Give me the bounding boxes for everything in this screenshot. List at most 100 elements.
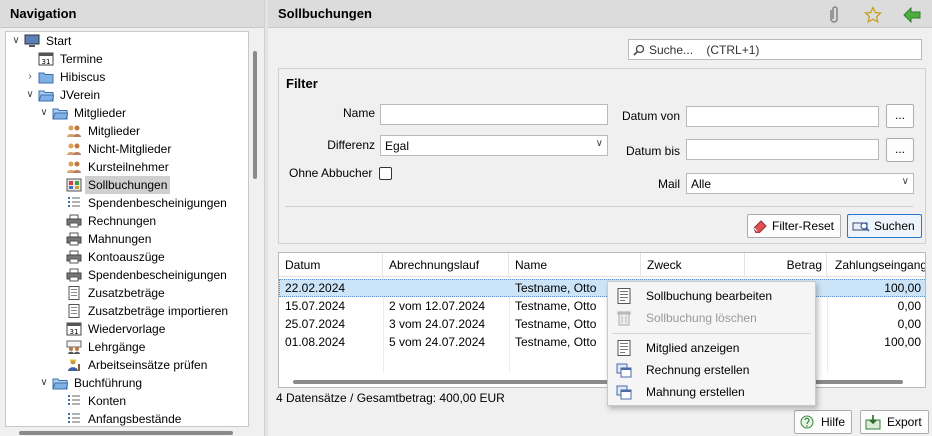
differenz-select[interactable]: Egal ∨: [380, 135, 608, 156]
main-header: Sollbuchungen: [268, 0, 932, 28]
folder-open-icon: [38, 88, 54, 102]
tree-item-nicht-mitglieder[interactable]: Nicht-Mitglieder: [66, 140, 174, 158]
status-text: 4 Datensätze / Gesamtbetrag: 400,00 EUR: [276, 391, 505, 405]
export-icon: [865, 414, 883, 430]
list-icon: [66, 412, 82, 426]
datum-bis-input[interactable]: [686, 139, 879, 160]
export-button[interactable]: Export: [860, 410, 929, 434]
column-header-zahlungseingang[interactable]: Zahlungseingang: [827, 253, 925, 277]
tree-item-spendenbescheinigungen[interactable]: Spendenbescheinigungen: [66, 194, 230, 212]
datum-bis-picker-button[interactable]: ...: [886, 138, 914, 162]
navigation-tree: ∨ Start 31 Termine › Hibiscus ∨ JVerein …: [5, 31, 249, 427]
menu-item-mahnung-erstellen[interactable]: Mahnung erstellen: [608, 381, 815, 403]
people-icon: [66, 340, 82, 354]
filter-divider: [285, 206, 913, 207]
people-icon: [66, 124, 82, 138]
table-row[interactable]: 15.07.2024 2 vom 12.07.2024 Testname, Ot…: [279, 297, 925, 315]
monitor-icon: [24, 34, 40, 48]
tree-item-mitglieder-folder[interactable]: ∨ Mitglieder: [38, 104, 129, 122]
people-icon: [66, 160, 82, 174]
datum-von-label: Datum von: [621, 109, 680, 123]
datum-von-input[interactable]: [686, 106, 879, 127]
chevron-right-icon[interactable]: ›: [24, 68, 36, 86]
column-header-betrag[interactable]: Betrag: [745, 253, 827, 277]
svg-text:31: 31: [70, 328, 79, 336]
star-icon[interactable]: [863, 5, 883, 25]
tree-item-mahnungen[interactable]: Mahnungen: [66, 230, 154, 248]
tree-item-kursteilnehmer[interactable]: Kursteilnehmer: [66, 158, 172, 176]
printer-icon: [66, 214, 82, 228]
chevron-down-icon[interactable]: ∨: [10, 32, 22, 50]
tree-item-lehrgaenge[interactable]: Lehrgänge: [66, 338, 148, 356]
tree-item-konten[interactable]: Konten: [66, 392, 129, 410]
tree-item-buchfuehrung[interactable]: ∨ Buchführung: [38, 374, 145, 392]
suchen-button[interactable]: Suchen: [847, 214, 922, 238]
calendar-icon: 31: [38, 52, 54, 66]
differenz-value: Egal: [385, 138, 410, 153]
menu-separator: [612, 333, 811, 334]
tree-item-mitglieder[interactable]: Mitglieder: [66, 122, 143, 140]
document-icon: [66, 286, 82, 300]
tree-item-zusatzbetraege-importieren[interactable]: Zusatzbeträge importieren: [66, 302, 231, 320]
people-icon: [66, 142, 82, 156]
menu-item-mitglied-anzeigen[interactable]: Mitglied anzeigen: [608, 337, 815, 359]
table-row[interactable]: 22.02.2024 Testname, Otto 100,00: [279, 279, 925, 297]
tree-item-anfangsbestaende[interactable]: Anfangsbestände: [66, 410, 184, 426]
menu-item-sollbuchung-loeschen[interactable]: Sollbuchung löschen: [608, 307, 815, 329]
chevron-down-icon: ∨: [901, 176, 909, 187]
eraser-icon: [752, 219, 768, 233]
navigation-panel: Navigation ∨ Start 31 Termine › Hibiscus…: [0, 0, 264, 436]
search-input[interactable]: [645, 42, 921, 57]
menu-item-rechnung-erstellen[interactable]: Rechnung erstellen: [608, 359, 815, 381]
list-icon: [66, 394, 82, 408]
folder-icon: [38, 70, 54, 84]
table-horizontal-scrollbar[interactable]: [279, 377, 925, 387]
sollbuchungen-table[interactable]: Datum Abrechnungslauf Name Zweck Betrag …: [278, 252, 926, 388]
ohne-abbucher-checkbox[interactable]: [379, 167, 392, 180]
column-header-zweck[interactable]: Zweck: [641, 253, 745, 277]
column-header-name[interactable]: Name: [509, 253, 641, 277]
printer-icon: [66, 250, 82, 264]
tree-item-rechnungen[interactable]: Rechnungen: [66, 212, 159, 230]
tree-item-spendenbescheinigungen-druck[interactable]: Spendenbescheinigungen: [66, 266, 230, 284]
tree-item-kontoauszuege[interactable]: Kontoauszüge: [66, 248, 168, 266]
table-row[interactable]: 25.07.2024 3 vom 24.07.2024 Testname, Ot…: [279, 315, 925, 333]
tree-item-jverein[interactable]: ∨ JVerein: [24, 86, 103, 104]
mail-select[interactable]: Alle ∨: [686, 173, 914, 194]
filter-reset-button[interactable]: Filter-Reset: [747, 214, 842, 238]
main-panel: Sollbuchungen Filter Name Differenz Egal…: [268, 0, 932, 436]
chevron-down-icon[interactable]: ∨: [24, 86, 36, 104]
menu-item-sollbuchung-bearbeiten[interactable]: Sollbuchung bearbeiten: [608, 285, 815, 307]
ledger-icon: [66, 178, 82, 192]
page-title: Sollbuchungen: [278, 6, 372, 21]
table-row[interactable]: 01.08.2024 5 vom 24.07.2024 Testname, Ot…: [279, 333, 925, 351]
search-box[interactable]: [628, 39, 922, 60]
worker-icon: [66, 358, 82, 372]
folder-open-icon: [52, 106, 68, 120]
tree-item-arbeitseinsaetze-pruefen[interactable]: Arbeitseinsätze prüfen: [66, 356, 210, 374]
tree-item-hibiscus[interactable]: › Hibiscus: [24, 68, 108, 86]
search-icon: [633, 44, 645, 56]
document-icon: [66, 304, 82, 318]
trash-icon: [616, 310, 632, 326]
chevron-down-icon[interactable]: ∨: [38, 104, 50, 122]
chevron-down-icon[interactable]: ∨: [38, 374, 50, 392]
back-arrow-icon[interactable]: [902, 5, 922, 25]
tree-item-termine[interactable]: 31 Termine: [24, 50, 106, 68]
navigation-vertical-scrollbar[interactable]: [250, 31, 258, 427]
datum-bis-label: Datum bis: [625, 144, 680, 158]
name-input[interactable]: [380, 104, 608, 125]
tree-item-start[interactable]: ∨ Start: [10, 32, 74, 50]
navigation-horizontal-scrollbar[interactable]: [5, 430, 249, 436]
tree-item-wiedervorlage[interactable]: 31 Wiedervorlage: [66, 320, 168, 338]
window-icon: [616, 362, 632, 378]
column-header-abrechnungslauf[interactable]: Abrechnungslauf: [383, 253, 509, 277]
column-header-datum[interactable]: Datum: [279, 253, 383, 277]
differenz-label: Differenz: [327, 138, 375, 152]
datum-von-picker-button[interactable]: ...: [886, 104, 914, 128]
window-icon: [616, 384, 632, 400]
paperclip-icon[interactable]: [824, 5, 844, 25]
tree-item-zusatzbetraege[interactable]: Zusatzbeträge: [66, 284, 168, 302]
hilfe-button[interactable]: Hilfe: [794, 410, 853, 434]
tree-item-sollbuchungen[interactable]: Sollbuchungen: [66, 176, 171, 194]
